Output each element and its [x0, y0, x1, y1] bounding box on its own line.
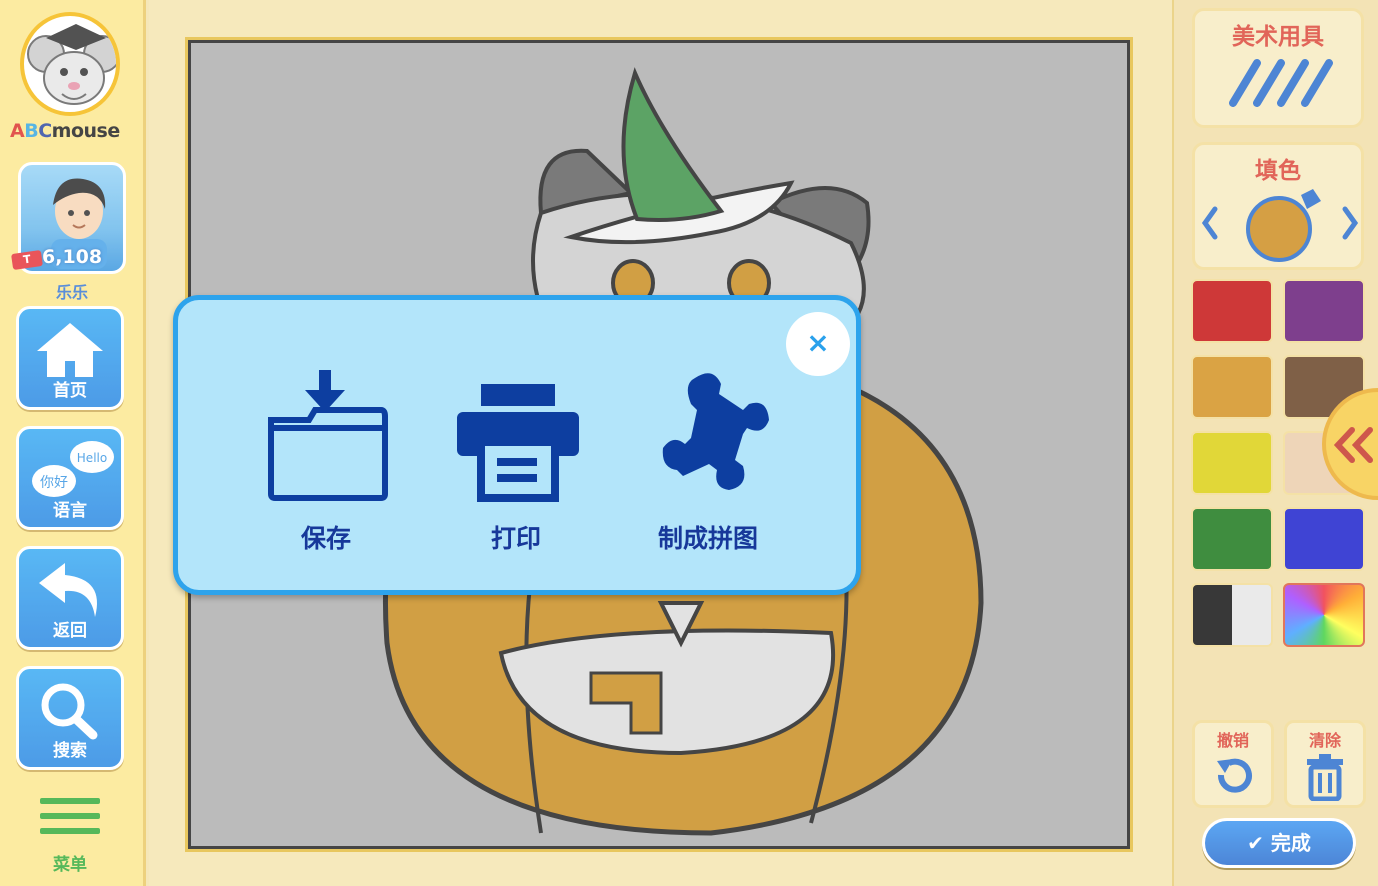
print-button[interactable]: 打印 — [446, 364, 586, 554]
save-label: 保存 — [300, 524, 351, 553]
save-button[interactable]: 保存 — [256, 364, 396, 554]
puzzle-piece-icon — [662, 373, 769, 490]
save-options-dialog: × 保存 打印 制成拼图 — [173, 295, 861, 595]
close-dialog-button[interactable]: × — [786, 312, 850, 376]
printer-icon — [457, 384, 579, 502]
print-label: 打印 — [490, 524, 541, 553]
make-puzzle-button[interactable]: 制成拼图 — [638, 364, 778, 554]
puzzle-label: 制成拼图 — [657, 524, 758, 553]
close-icon: × — [806, 326, 830, 359]
save-folder-icon — [268, 370, 388, 501]
